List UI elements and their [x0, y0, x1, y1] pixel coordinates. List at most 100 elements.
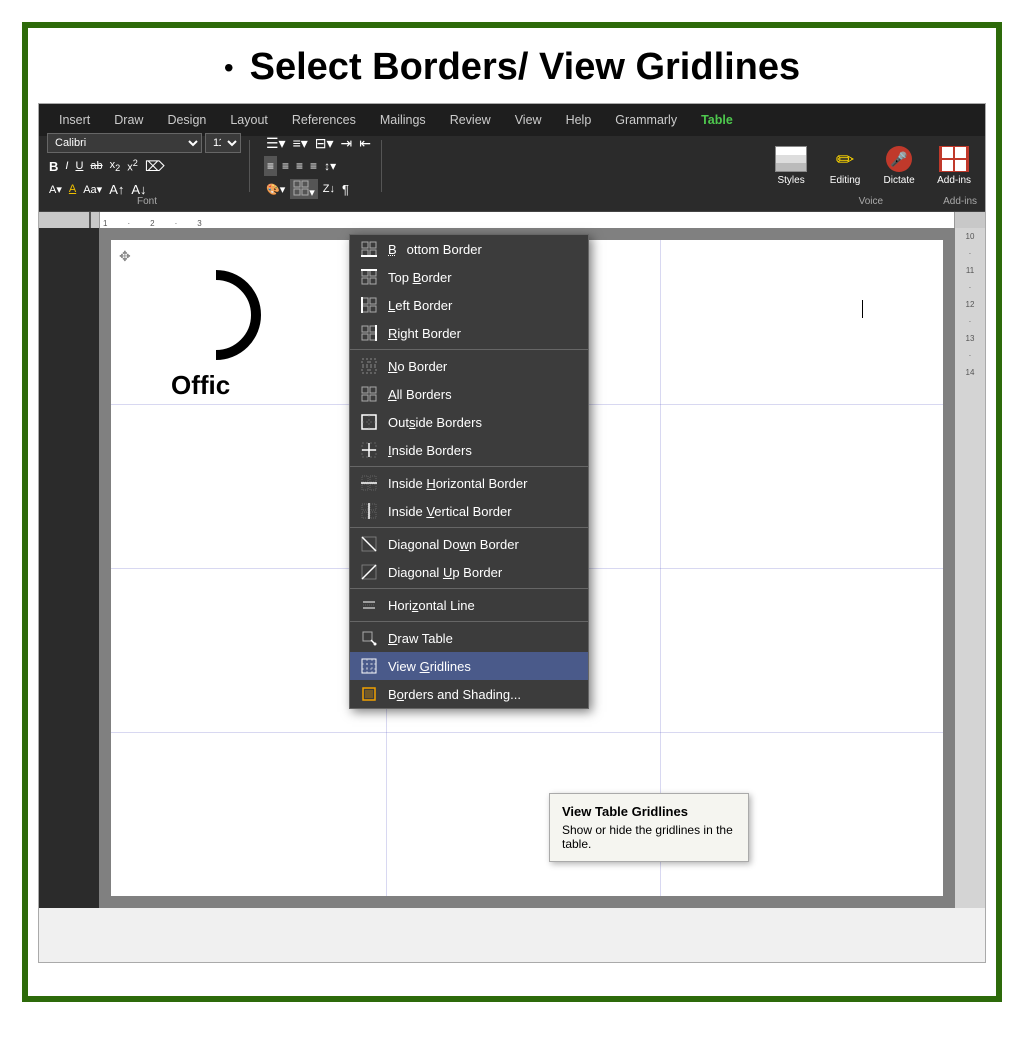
outer-container: • Select Borders/ View Gridlines Insert …	[22, 22, 1002, 1002]
all-borders-label: All Borders	[388, 387, 452, 402]
ribbon-tab-row: Insert Draw Design Layout References Mai…	[39, 104, 985, 136]
menu-item-left-border[interactable]: Left Border	[350, 291, 588, 319]
ruler: 1 · 2 · 3	[39, 212, 985, 228]
outside-borders-icon	[360, 413, 378, 431]
styles-btn[interactable]: Styles	[769, 144, 813, 188]
draw-table-icon	[360, 629, 378, 647]
menu-item-draw-table[interactable]: Draw Table	[350, 624, 588, 652]
addins-icon	[938, 146, 970, 174]
underline-btn[interactable]: U	[73, 156, 85, 176]
bullet-point: •	[224, 52, 234, 84]
bottom-border-label-rest: ottom Border	[407, 242, 482, 257]
styles-icon	[775, 146, 807, 174]
tab-draw[interactable]: Draw	[102, 107, 155, 133]
no-border-label: No Border	[388, 359, 447, 374]
move-handle[interactable]: ✥	[119, 248, 131, 265]
borders-btn[interactable]: ▾	[290, 179, 318, 199]
indent-dec-btn[interactable]: ⇤	[357, 133, 373, 153]
clearformat-btn[interactable]: ⌦	[143, 156, 167, 176]
right-border-icon	[360, 324, 378, 342]
menu-item-inside-h-border[interactable]: Inside Horizontal Border	[350, 469, 588, 497]
strikethrough-btn[interactable]: ab	[88, 156, 104, 176]
all-borders-icon	[360, 385, 378, 403]
list-number-btn[interactable]: ≡▾	[291, 133, 310, 153]
menu-item-outside-borders[interactable]: Outside Borders	[350, 408, 588, 436]
tab-review[interactable]: Review	[438, 107, 503, 133]
doc-sidebar	[39, 228, 99, 908]
align-left-btn[interactable]: ≡	[264, 156, 277, 176]
right-tools-group: Styles ✏ Editing 🎤 Dictate	[769, 144, 977, 188]
tab-insert[interactable]: Insert	[47, 107, 102, 133]
separator-4	[350, 588, 588, 589]
bottom-border-icon	[360, 240, 378, 258]
sort-btn[interactable]: Z↓	[321, 179, 337, 199]
align-right-btn[interactable]: ≡	[294, 156, 305, 176]
inside-borders-label: Inside Borders	[388, 443, 472, 458]
ribbon-controls-row: Calibri 11 B I U ab x2 x2	[39, 136, 985, 196]
justify-btn[interactable]: ≡	[308, 156, 319, 176]
diagonal-up-label: Diagonal Up Border	[388, 565, 502, 580]
menu-item-right-border[interactable]: Right Border	[350, 319, 588, 347]
font-section-label: Font	[47, 196, 247, 211]
tab-grammarly[interactable]: Grammarly	[603, 107, 689, 133]
left-border-icon	[360, 296, 378, 314]
tab-mailings[interactable]: Mailings	[368, 107, 438, 133]
draw-table-label: Draw Table	[388, 631, 453, 646]
indent-inc-btn[interactable]: ⇥	[339, 133, 355, 153]
no-border-icon	[360, 357, 378, 375]
font-size-select[interactable]: 11	[205, 133, 241, 153]
dictate-label: Dictate	[884, 175, 915, 186]
menu-item-inside-borders[interactable]: Inside Borders	[350, 436, 588, 464]
title-area: • Select Borders/ View Gridlines	[28, 28, 996, 103]
tab-references[interactable]: References	[280, 107, 368, 133]
shading-btn[interactable]: 🎨▾	[264, 179, 287, 199]
borders-dropdown-menu: Bottom Border Top Border	[349, 234, 589, 709]
menu-item-bottom-border[interactable]: Bottom Border	[350, 235, 588, 263]
menu-item-horizontal-line[interactable]: Horizontal Line	[350, 591, 588, 619]
align-center-btn[interactable]: ≡	[280, 156, 291, 176]
tab-help[interactable]: Help	[554, 107, 604, 133]
inside-v-border-label: Inside Vertical Border	[388, 504, 512, 519]
ribbon: Insert Draw Design Layout References Mai…	[39, 104, 985, 212]
menu-item-top-border[interactable]: Top Border	[350, 263, 588, 291]
menu-item-view-gridlines[interactable]: View Gridlines	[350, 652, 588, 680]
superscript-btn[interactable]: x2	[125, 156, 140, 176]
list-multi-btn[interactable]: ⊟▾	[313, 133, 336, 153]
editing-label: Editing	[830, 175, 861, 186]
menu-item-diagonal-up[interactable]: Diagonal Up Border	[350, 558, 588, 586]
view-gridlines-icon	[360, 657, 378, 675]
top-border-icon	[360, 268, 378, 286]
font-group: Calibri 11 B I U ab x2 x2	[47, 140, 250, 192]
top-border-label: Top Border	[388, 270, 452, 285]
tab-table[interactable]: Table	[689, 107, 745, 133]
section-labels-row: Font Voice Add-ins	[39, 196, 985, 212]
voice-section-label: Voice	[859, 196, 883, 211]
tab-design[interactable]: Design	[155, 107, 218, 133]
menu-item-borders-shading[interactable]: Borders and Shading...	[350, 680, 588, 708]
menu-item-diagonal-down[interactable]: Diagonal Down Border	[350, 530, 588, 558]
menu-item-inside-v-border[interactable]: Inside Vertical Border	[350, 497, 588, 525]
menu-item-no-border[interactable]: No Border	[350, 352, 588, 380]
dictate-btn[interactable]: 🎤 Dictate	[877, 144, 921, 188]
view-gridlines-label: View Gridlines	[388, 659, 471, 674]
horizontal-line-icon	[360, 596, 378, 614]
paragraph-group: ☰▾ ≡▾ ⊟▾ ⇥ ⇤ ≡ ≡ ≡ ≡ ↕▾	[264, 140, 382, 192]
editing-icon: ✏	[829, 146, 861, 174]
right-ruler: 10·11·12·13·14	[955, 228, 985, 908]
editing-btn[interactable]: ✏ Editing	[823, 144, 867, 188]
menu-item-all-borders[interactable]: All Borders	[350, 380, 588, 408]
font-name-select[interactable]: Calibri	[47, 133, 202, 153]
styles-label: Styles	[777, 175, 804, 186]
subscript-btn[interactable]: x2	[108, 156, 123, 176]
tooltip-title: View Table Gridlines	[562, 804, 736, 819]
addins-btn[interactable]: Add-ins	[931, 144, 977, 188]
tooltip-box: View Table Gridlines Show or hide the gr…	[549, 793, 749, 862]
addins-section-label: Add-ins	[943, 196, 977, 211]
bold-btn[interactable]: B	[47, 156, 60, 176]
linespace-btn[interactable]: ↕▾	[322, 156, 338, 176]
pilcrow-btn[interactable]: ¶	[340, 179, 351, 199]
tab-view[interactable]: View	[503, 107, 554, 133]
list-bullet-btn[interactable]: ☰▾	[264, 133, 288, 153]
italic-btn[interactable]: I	[63, 156, 70, 176]
tab-layout[interactable]: Layout	[218, 107, 280, 133]
